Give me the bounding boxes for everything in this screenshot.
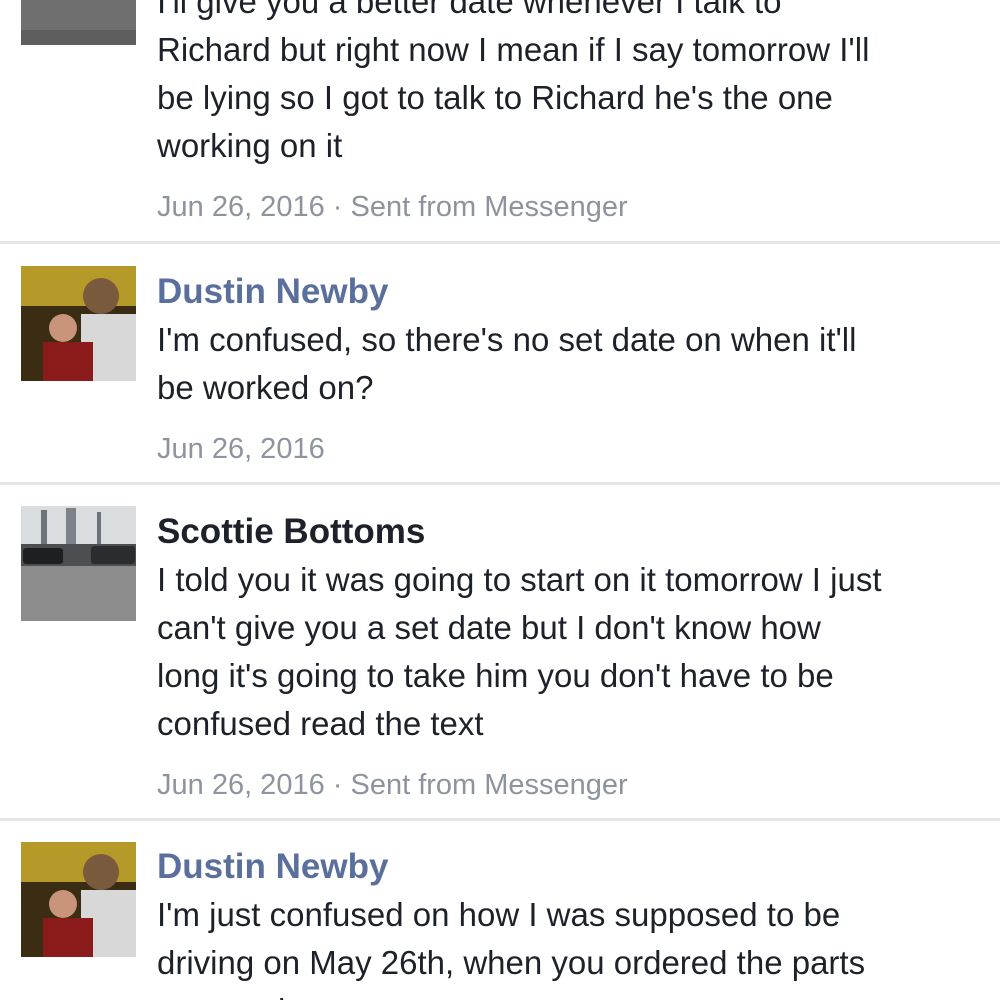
message-item: Scottie Bottoms I told you it was going … (0, 485, 1000, 817)
message-line: be worked on? (157, 369, 374, 406)
profile-photo (21, 266, 136, 381)
message-source: · Sent from Messenger (332, 191, 628, 223)
dustin-newby-avatar[interactable] (21, 842, 136, 957)
scottie-bottoms-avatar[interactable] (21, 0, 136, 45)
message-date[interactable]: Jun 26, 2016 (157, 769, 325, 801)
message-item: Dustin Newby I'm just confused on how I … (0, 821, 1000, 1000)
message-line: I told you it was going to start on it t… (157, 561, 882, 598)
sender-name[interactable]: Scottie Bottoms (157, 508, 980, 556)
message-date[interactable]: Jun 26, 2016 (157, 191, 325, 223)
message-text: I'm confused, so there's no set date on … (157, 316, 980, 412)
message-date[interactable]: Jun 26, 2016 (157, 433, 325, 465)
message-item: Dustin Newby I'm confused, so there's no… (0, 244, 1000, 482)
message-meta: Jun 26, 2016 · Sent from Messenger (157, 765, 980, 805)
message-line: can't give you a set date but I don't kn… (157, 609, 821, 646)
message-line: be lying so I got to talk to Richard he'… (157, 79, 833, 116)
message-line: working on it (157, 127, 343, 164)
message-line: confused read the text (157, 705, 484, 742)
parking-lot-photo (21, 506, 136, 621)
message-text: I'll give you a better date whenever I t… (157, 0, 980, 170)
message-source: · Sent from Messenger (332, 769, 628, 801)
profile-photo (21, 842, 136, 957)
message-text: I'm just confused on how I was supposed … (157, 891, 980, 1000)
message-text: I told you it was going to start on it t… (157, 556, 980, 748)
sender-name[interactable]: Dustin Newby (157, 843, 980, 891)
parking-lot-photo (21, 0, 136, 45)
scottie-bottoms-avatar[interactable] (21, 506, 136, 621)
message-line: I'll give you a better date whenever I t… (157, 0, 782, 20)
message-meta: Jun 26, 2016 (157, 429, 980, 469)
message-line: I'm confused, so there's no set date on … (157, 321, 857, 358)
message-thread: I'll give you a better date whenever I t… (0, 0, 1000, 1000)
message-meta: Jun 26, 2016 · Sent from Messenger (157, 187, 980, 227)
message-line: long it's going to take him you don't ha… (157, 657, 834, 694)
message-line: two weeks ago (157, 992, 375, 1000)
dustin-newby-avatar[interactable] (21, 266, 136, 381)
sender-name[interactable]: Dustin Newby (157, 268, 980, 316)
message-line: I'm just confused on how I was supposed … (157, 896, 841, 933)
message-line: driving on May 26th, when you ordered th… (157, 944, 866, 981)
message-line: Richard but right now I mean if I say to… (157, 31, 870, 68)
message-item: I'll give you a better date whenever I t… (0, 0, 1000, 240)
